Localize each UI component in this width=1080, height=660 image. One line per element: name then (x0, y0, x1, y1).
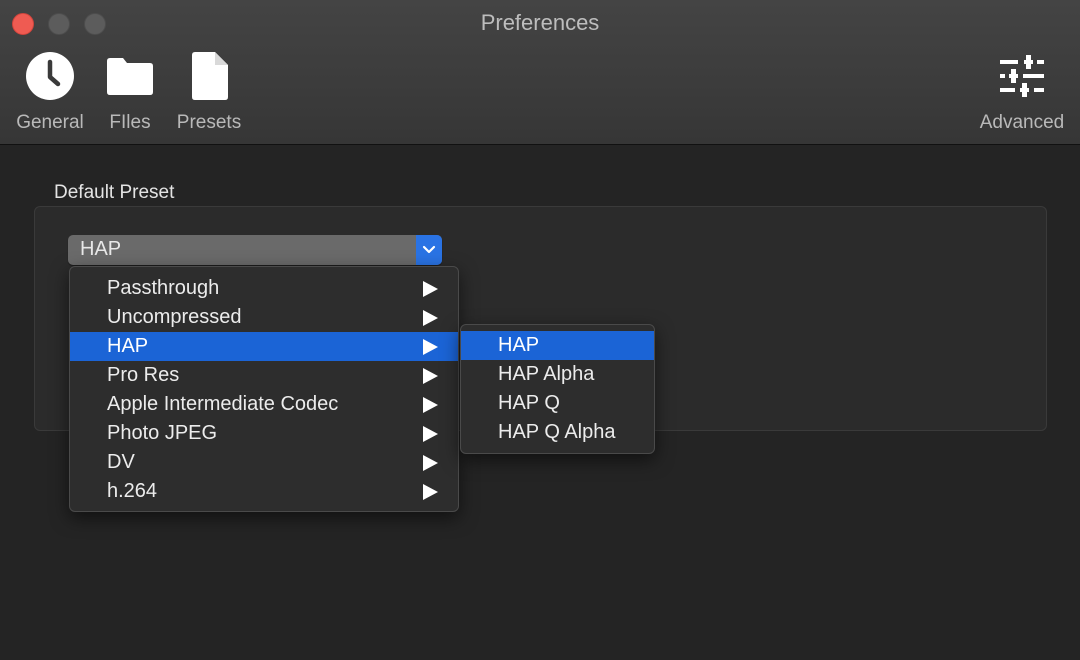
menu-item-pro-res[interactable]: Pro Res (70, 361, 458, 390)
clock-icon (25, 51, 75, 106)
menu-item-label: Pro Res (107, 364, 180, 386)
submenu-arrow-icon (423, 426, 438, 442)
menu-item-h264[interactable]: h.264 (70, 477, 458, 506)
submenu-arrow-icon (423, 484, 438, 500)
sliders-icon (998, 54, 1046, 103)
menu-item-label: HAP (498, 334, 540, 356)
menu-item-label: HAP Q Alpha (498, 421, 616, 443)
submenu-arrow-icon (423, 310, 438, 326)
menu-item-label: DV (107, 451, 135, 473)
menu-item-dv[interactable]: DV (70, 448, 458, 477)
submenu-item-hap-q-alpha[interactable]: HAP Q Alpha (461, 418, 654, 447)
submenu-arrow-icon (423, 281, 438, 297)
menu-item-apple-intermediate-codec[interactable]: Apple Intermediate Codec (70, 390, 458, 419)
menu-item-label: Uncompressed (107, 306, 242, 328)
submenu-arrow-icon (423, 368, 438, 384)
submenu-item-hap[interactable]: HAP (461, 331, 654, 360)
toolbar-presets-button[interactable]: Presets (170, 50, 248, 134)
hap-submenu: HAP HAP Alpha HAP Q HAP Q Alpha (460, 324, 655, 454)
chevron-down-icon[interactable] (416, 235, 442, 265)
toolbar-files-button[interactable]: FIles (96, 50, 164, 134)
preferences-window: Preferences General FIles Presets Advanc… (0, 0, 1080, 660)
menu-item-photo-jpeg[interactable]: Photo JPEG (70, 419, 458, 448)
popup-selected-value: HAP (80, 238, 122, 260)
menu-item-label: Photo JPEG (107, 422, 218, 444)
toolbar-general-button[interactable]: General (8, 50, 92, 134)
submenu-arrow-icon (423, 397, 438, 413)
default-preset-heading: Default Preset (54, 182, 175, 203)
menu-item-label: HAP Q (498, 392, 560, 414)
preset-menu: Passthrough Uncompressed HAP Pro Res App… (69, 266, 459, 512)
window-title: Preferences (480, 10, 600, 35)
menu-item-hap[interactable]: HAP (70, 332, 458, 361)
submenu-arrow-icon (423, 455, 438, 471)
default-preset-popup[interactable]: HAP (68, 235, 442, 265)
menu-item-label: HAP Alpha (498, 363, 595, 385)
submenu-item-hap-q[interactable]: HAP Q (461, 389, 654, 418)
menu-item-label: Apple Intermediate Codec (107, 393, 339, 415)
menu-item-label: Passthrough (107, 277, 220, 299)
folder-icon (105, 55, 155, 102)
menu-item-uncompressed[interactable]: Uncompressed (70, 303, 458, 332)
toolbar-presets-label: Presets (176, 112, 242, 133)
toolbar-advanced-label: Advanced (979, 112, 1065, 133)
submenu-arrow-icon (423, 339, 438, 355)
submenu-item-hap-alpha[interactable]: HAP Alpha (461, 360, 654, 389)
menu-item-passthrough[interactable]: Passthrough (70, 274, 458, 303)
menu-item-label: h.264 (107, 480, 158, 502)
toolbar-files-label: FIles (109, 112, 151, 133)
toolbar-general-label: General (16, 112, 84, 133)
toolbar-advanced-button[interactable]: Advanced (970, 50, 1074, 134)
menu-item-label: HAP (107, 335, 149, 357)
document-icon (189, 51, 229, 106)
title-toolbar: Preferences General FIles Presets Advanc… (0, 0, 1080, 145)
